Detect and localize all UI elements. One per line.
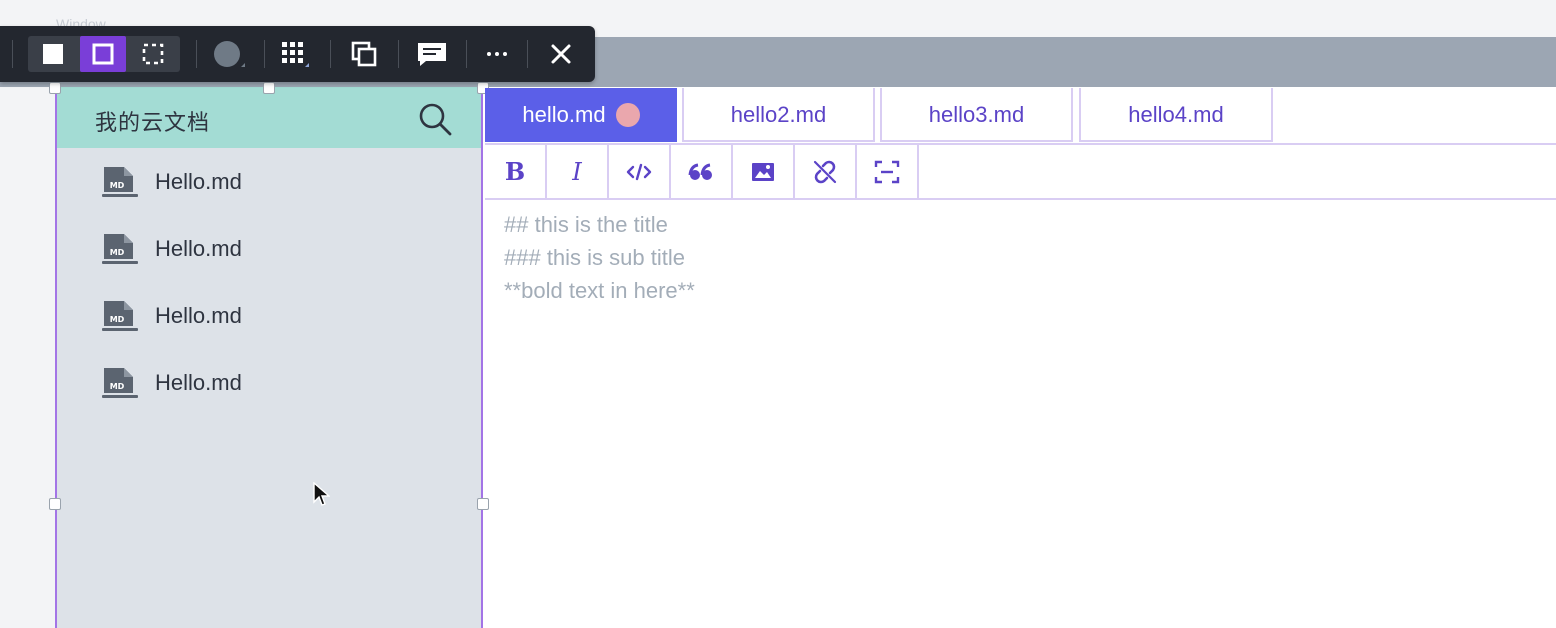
unlink-icon (813, 160, 837, 183)
tab-hello4-md[interactable]: hello4.md (1079, 88, 1273, 142)
search-icon[interactable] (417, 101, 453, 137)
markdown-file-icon: MD (102, 301, 138, 331)
file-list-item[interactable]: MD Hello.md (57, 349, 481, 416)
tab-hello2-md[interactable]: hello2.md (682, 88, 875, 142)
fullscreen-button[interactable] (857, 145, 919, 198)
file-name: Hello.md (155, 169, 242, 194)
sidebar: 我的云文档 MD Hello.md MD Hello.md MD Hello.m… (55, 87, 483, 628)
resize-handle-top-left[interactable] (49, 82, 61, 94)
close-button[interactable] (538, 36, 584, 72)
sidebar-title: 我的云文档 (95, 110, 211, 135)
tab-label: hello.md (522, 102, 606, 127)
sidebar-header: 我的云文档 (57, 87, 481, 148)
svg-text:MD: MD (110, 382, 125, 391)
file-list-item[interactable]: MD Hello.md (57, 215, 481, 282)
svg-text:MD: MD (110, 248, 125, 257)
editor-line: **bold text in here** (504, 278, 695, 303)
toolbar-separator (398, 40, 399, 68)
tab-label: hello2.md (730, 102, 827, 127)
more-icon (487, 52, 507, 56)
file-name: Hello.md (155, 303, 242, 328)
fill-icon (43, 44, 63, 64)
editor-line: ## this is the title (504, 212, 668, 237)
resize-handle-middle-right[interactable] (477, 498, 489, 510)
outline-icon (92, 43, 114, 65)
bold-button[interactable]: B (485, 145, 547, 198)
tab-label: hello4.md (1128, 102, 1224, 127)
fullscreen-icon (874, 160, 900, 183)
toolbar-separator (527, 40, 528, 68)
resize-handle-middle-left[interactable] (49, 498, 61, 510)
fill-button[interactable] (30, 36, 76, 72)
more-button[interactable] (474, 36, 520, 72)
outline-button[interactable] (80, 36, 126, 72)
toolbar-separator (196, 40, 197, 68)
editor-line: ### this is sub title (504, 245, 685, 270)
tab-hello3-md[interactable]: hello3.md (880, 88, 1073, 142)
file-list-item[interactable]: MD Hello.md (57, 148, 481, 215)
italic-button[interactable]: I (547, 145, 609, 198)
image-icon (752, 162, 774, 181)
italic-icon: I (571, 158, 582, 186)
grid-icon (282, 42, 309, 67)
close-icon (551, 44, 571, 64)
code-button[interactable] (609, 145, 671, 198)
file-name: Hello.md (155, 370, 242, 395)
toolbar-separator (12, 40, 13, 68)
duplicate-icon (351, 41, 377, 67)
toolbar-separator (330, 40, 331, 68)
svg-text:I: I (571, 158, 582, 186)
mouse-cursor-icon (313, 482, 330, 506)
svg-text:MD: MD (110, 315, 125, 324)
dashed-outline-icon (142, 43, 164, 65)
comment-icon (418, 43, 446, 66)
image-button[interactable] (733, 145, 795, 198)
grid-button[interactable] (272, 36, 318, 72)
dashed-outline-button[interactable] (130, 36, 176, 72)
tab-hello-md[interactable]: hello.md (485, 88, 677, 142)
svg-text:MD: MD (110, 181, 125, 190)
toolbar-separator (264, 40, 265, 68)
file-list: MD Hello.md MD Hello.md MD Hello.md MD H… (57, 148, 481, 416)
color-picker-icon (214, 41, 245, 67)
markdown-file-icon: MD (102, 167, 138, 197)
markdown-editor[interactable]: ## this is the title ### this is sub tit… (504, 208, 695, 307)
left-gutter (0, 87, 56, 628)
markdown-file-icon: MD (102, 368, 138, 398)
code-icon (626, 163, 652, 180)
color-picker-button[interactable] (206, 36, 252, 72)
comment-button[interactable] (409, 36, 455, 72)
unsaved-indicator (615, 102, 640, 127)
quote-button[interactable] (671, 145, 733, 198)
markdown-toolbar: B I (485, 143, 1556, 200)
file-name: Hello.md (155, 236, 242, 261)
markdown-file-icon: MD (102, 234, 138, 264)
toolbar-separator (466, 40, 467, 68)
resize-handle-top-middle[interactable] (263, 82, 275, 94)
duplicate-button[interactable] (341, 36, 387, 72)
floating-toolbar (0, 26, 595, 82)
file-list-item[interactable]: MD Hello.md (57, 282, 481, 349)
bold-icon: B (505, 158, 525, 186)
svg-text:B: B (505, 158, 525, 186)
tab-label: hello3.md (928, 102, 1025, 127)
unlink-button[interactable] (795, 145, 857, 198)
quote-icon (688, 163, 712, 180)
